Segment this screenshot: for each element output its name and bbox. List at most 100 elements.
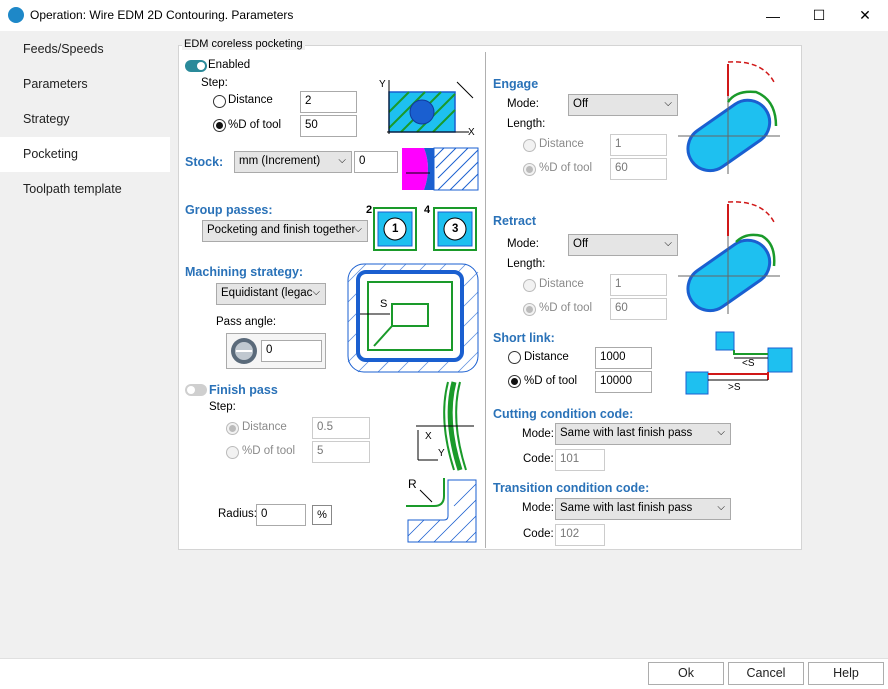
chevron-down-icon: ⌵	[717, 427, 725, 438]
cutting-mode-select[interactable]: Same with last finish pass ⌵	[555, 423, 731, 445]
machining-strategy-diagram	[347, 263, 479, 373]
radius-label: Radius:	[218, 508, 257, 520]
finish-distance-label: Distance	[242, 421, 287, 433]
help-button[interactable]: Help	[808, 662, 884, 685]
compass-icon[interactable]	[230, 337, 258, 365]
engage-title: Engage	[493, 77, 539, 91]
app-logo-icon	[8, 7, 24, 23]
maximize-button[interactable]: ☐	[796, 0, 842, 31]
step-distance-input[interactable]: 2	[300, 91, 357, 113]
short-link-pct-input[interactable]: 10000	[595, 371, 652, 393]
group-passes-select-value: Pocketing and finish together	[207, 224, 356, 236]
group-passes-label: Group passes:	[185, 203, 273, 217]
retract-pct-radio[interactable]	[523, 303, 536, 316]
step-pct-input[interactable]: 50	[300, 115, 357, 137]
engage-mode-label: Mode:	[507, 98, 539, 110]
engage-diagram	[678, 61, 780, 174]
cancel-button[interactable]: Cancel	[728, 662, 804, 685]
short-link-gt-s-label: >S	[728, 382, 741, 393]
step-pct-radio[interactable]	[213, 119, 226, 132]
cutting-mode-select-value: Same with last finish pass	[560, 427, 693, 439]
retract-length-label: Length:	[507, 258, 546, 270]
engage-distance-input[interactable]: 1	[610, 134, 667, 156]
step-distance-radio[interactable]	[213, 95, 226, 108]
engage-pct-input[interactable]: 60	[610, 158, 667, 180]
retract-pct-input[interactable]: 60	[610, 298, 667, 320]
radius-diagram-r-label: R	[408, 477, 417, 491]
chevron-down-icon: ⌵	[354, 224, 362, 235]
column-divider	[485, 52, 486, 548]
step-distance-label: Distance	[228, 94, 273, 106]
retract-mode-select[interactable]: Off ⌵	[568, 234, 678, 256]
engage-distance-radio[interactable]	[523, 139, 536, 152]
short-link-distance-input[interactable]: 1000	[595, 347, 652, 369]
engage-pct-radio[interactable]	[523, 163, 536, 176]
group-icon-inner-3: 3	[452, 223, 459, 235]
machining-strategy-select-value: Equidistant (legac	[221, 287, 313, 299]
transition-code-label: Code:	[523, 528, 554, 540]
enabled-toggle[interactable]	[185, 60, 207, 72]
transition-mode-select[interactable]: Same with last finish pass ⌵	[555, 498, 731, 520]
engage-mode-select[interactable]: Off ⌵	[568, 94, 678, 116]
short-link-pct-radio[interactable]	[508, 375, 521, 388]
stock-diagram	[402, 147, 479, 191]
sidebar-item-parameters[interactable]: Parameters	[0, 67, 170, 102]
sidebar-item-feeds-speeds[interactable]: Feeds/Speeds	[0, 32, 170, 67]
short-link-pct-label: %D of tool	[524, 375, 578, 387]
retract-diagram	[678, 201, 780, 314]
finish-pct-input[interactable]: 5	[312, 441, 370, 463]
short-link-distance-label: Distance	[524, 351, 569, 363]
finish-diagram-x-label: X	[425, 431, 432, 442]
sidebar-item-pocketing[interactable]: Pocketing	[0, 137, 170, 172]
engage-pct-label: %D of tool	[539, 162, 593, 174]
sidebar-item-toolpath-template[interactable]: Toolpath template	[0, 172, 170, 207]
retract-distance-input[interactable]: 1	[610, 274, 667, 296]
minimize-button[interactable]: —	[750, 0, 796, 31]
finish-step-label: Step:	[209, 401, 236, 413]
finish-pass-toggle[interactable]	[185, 384, 207, 396]
group-passes-select[interactable]: Pocketing and finish together ⌵	[202, 220, 368, 242]
machining-strategy-select[interactable]: Equidistant (legac ⌵	[216, 283, 326, 305]
retract-title: Retract	[493, 214, 537, 228]
sidebar-item-strategy[interactable]: Strategy	[0, 102, 170, 137]
window-title: Operation: Wire EDM 2D Contouring. Param…	[30, 8, 294, 22]
chevron-down-icon: ⌵	[312, 287, 320, 298]
finish-distance-radio[interactable]	[226, 422, 239, 435]
chevron-down-icon: ⌵	[338, 155, 346, 166]
chevron-down-icon: ⌵	[664, 238, 672, 249]
stock-input[interactable]: 0	[354, 151, 398, 173]
retract-mode-select-value: Off	[573, 238, 589, 250]
cutting-mode-label: Mode:	[522, 428, 554, 440]
finish-diagram-y-label: Y	[438, 448, 445, 459]
finish-pass-label: Finish pass	[209, 383, 278, 397]
close-button[interactable]: ✕	[842, 0, 888, 31]
cutting-code-input[interactable]: 101	[555, 449, 605, 471]
short-link-lt-s-label: <S	[742, 358, 755, 369]
group-passes-diagram	[373, 207, 477, 251]
transition-mode-select-value: Same with last finish pass	[560, 502, 693, 514]
stock-select-value: mm (Increment)	[239, 155, 321, 167]
radius-input[interactable]: 0	[256, 504, 306, 526]
machining-strategy-label: Machining strategy:	[185, 265, 304, 279]
pass-angle-input[interactable]: 0	[261, 340, 322, 362]
cutting-code-label: Code:	[523, 453, 554, 465]
pass-angle-label: Pass angle:	[216, 316, 277, 328]
transition-code-input[interactable]: 102	[555, 524, 605, 546]
finish-pct-radio[interactable]	[226, 446, 239, 459]
retract-mode-label: Mode:	[507, 238, 539, 250]
step-diagram-y-label: Y	[379, 79, 386, 90]
cutting-condition-title: Cutting condition code:	[493, 407, 634, 421]
step-label: Step:	[201, 77, 228, 89]
finish-distance-input[interactable]: 0.5	[312, 417, 370, 439]
stock-select[interactable]: mm (Increment) ⌵	[234, 151, 352, 173]
retract-pct-label: %D of tool	[539, 302, 593, 314]
ok-button[interactable]: Ok	[648, 662, 724, 685]
transition-condition-title: Transition condition code:	[493, 481, 650, 495]
radius-percent-button[interactable]: %	[312, 505, 332, 525]
group-icon-inner-1: 1	[392, 223, 399, 235]
step-diagram-x-label: X	[468, 127, 475, 138]
short-link-distance-radio[interactable]	[508, 351, 521, 364]
stock-label: Stock:	[185, 155, 224, 169]
engage-length-label: Length:	[507, 118, 546, 130]
retract-distance-radio[interactable]	[523, 279, 536, 292]
